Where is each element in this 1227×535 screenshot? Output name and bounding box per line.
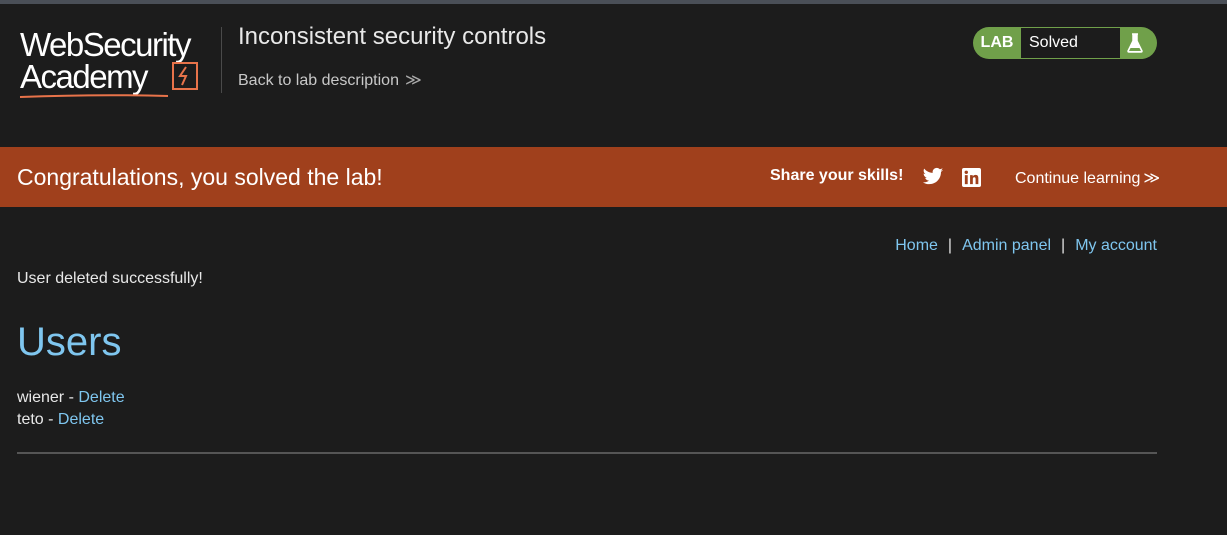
nav-admin-panel-link[interactable]: Admin panel	[962, 237, 1051, 254]
list-item: wiener - Delete	[17, 387, 125, 409]
flask-icon	[1127, 33, 1143, 53]
logo-underline	[19, 94, 169, 98]
solved-banner: Congratulations, you solved the lab! Sha…	[0, 147, 1227, 207]
header-divider	[221, 27, 222, 93]
lab-badge: LAB	[980, 34, 1014, 51]
lab-status-text: Solved	[1021, 28, 1120, 58]
congratulations-message: Congratulations, you solved the lab!	[17, 164, 383, 190]
page-title: Users	[17, 320, 122, 364]
linkedin-icon[interactable]	[962, 168, 981, 187]
top-navigation: Home | Admin panel | My account	[895, 237, 1157, 255]
lightning-bolt-icon	[172, 62, 198, 90]
twitter-icon[interactable]	[922, 167, 944, 187]
double-chevron-right-icon: ≫	[1143, 170, 1161, 187]
nav-separator: |	[1061, 237, 1066, 254]
logo-line-2: Academy	[20, 58, 149, 95]
status-message: User deleted successfully!	[17, 270, 203, 287]
nav-separator: |	[947, 237, 953, 254]
delete-user-link[interactable]: Delete	[78, 389, 124, 406]
delete-user-link[interactable]: Delete	[58, 411, 104, 428]
username: teto	[17, 411, 44, 428]
share-skills-label: Share your skills!	[770, 167, 904, 184]
lab-title: Inconsistent security controls	[238, 23, 547, 50]
continue-learning-link[interactable]: Continue learning ≫	[1015, 168, 1160, 188]
content-divider	[17, 452, 1157, 454]
header: WebSecurity Academy Inconsistent securit…	[0, 4, 1227, 147]
back-to-lab-description-link[interactable]: Back to lab description ≫	[238, 70, 422, 90]
double-chevron-right-icon: ≫	[404, 72, 422, 89]
back-link-label: Back to lab description	[238, 72, 399, 89]
list-item: teto - Delete	[17, 409, 125, 431]
username: wiener	[17, 389, 65, 406]
continue-learning-label: Continue learning	[1015, 170, 1141, 187]
dash-separator: -	[64, 389, 79, 406]
nav-my-account-link[interactable]: My account	[1075, 237, 1157, 254]
user-list: wiener - Delete teto - Delete	[17, 387, 125, 431]
dash-separator: -	[43, 411, 58, 428]
lab-status-widget: LAB Solved	[973, 27, 1157, 59]
logo-line-1: WebSecurity	[20, 26, 191, 63]
nav-home-link[interactable]: Home	[895, 237, 938, 254]
web-security-academy-logo[interactable]: WebSecurity Academy	[18, 26, 218, 100]
